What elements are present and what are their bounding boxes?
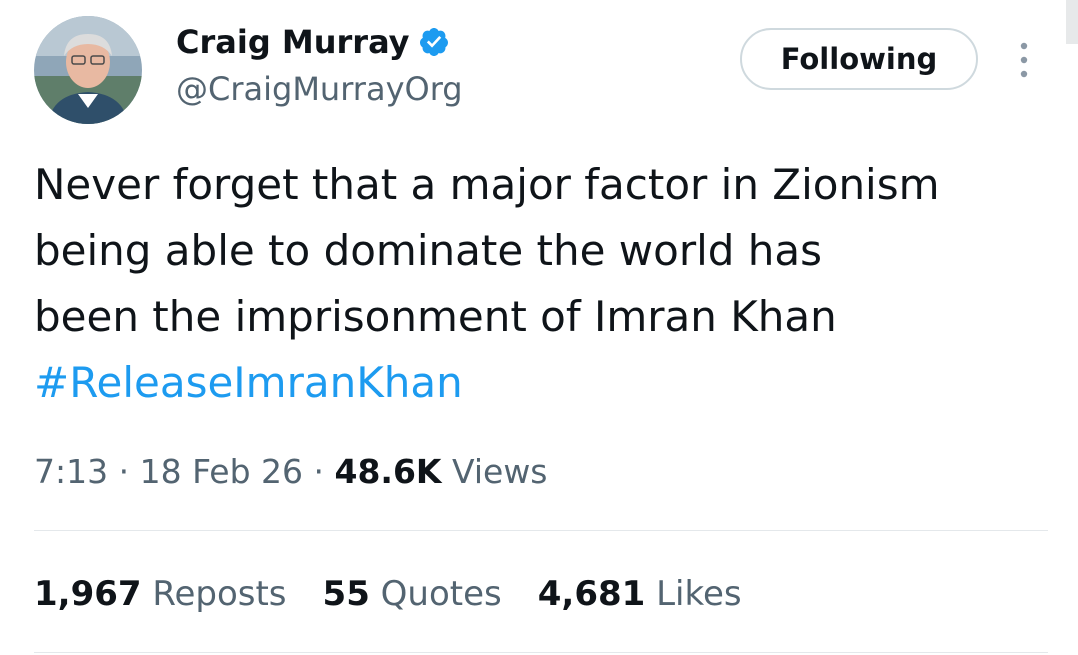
tweet-text-line: been the imprisonment of Imran Khan	[34, 292, 837, 341]
meta-separator: ·	[118, 452, 130, 491]
meta-separator: ·	[313, 452, 325, 491]
tweet-detail: Craig Murray @CraigMurrayOrg Following N…	[0, 0, 1078, 655]
likes-count: 4,681	[537, 574, 646, 614]
quotes-label: Quotes	[380, 574, 502, 614]
divider	[34, 530, 1048, 531]
tweet-text: Never forget that a major factor in Zion…	[34, 152, 1034, 416]
tweet-text-line: Never forget that a major factor in Zion…	[34, 160, 940, 209]
author-handle[interactable]: @CraigMurrayOrg	[176, 70, 463, 108]
views-label[interactable]: Views	[452, 452, 548, 491]
author-name-row: Craig Murray	[176, 20, 450, 64]
verified-badge-icon	[418, 26, 450, 58]
edge-scrollbar	[1066, 0, 1078, 44]
reposts-count: 1,967	[34, 574, 142, 614]
likes-label: Likes	[656, 574, 742, 614]
divider	[34, 652, 1048, 653]
quotes-count: 55	[322, 574, 370, 614]
reposts-label: Reposts	[152, 574, 287, 614]
hashtag-link[interactable]: #ReleaseImranKhan	[34, 350, 1034, 416]
following-button[interactable]: Following	[740, 28, 978, 90]
avatar[interactable]	[34, 16, 142, 124]
avatar-image	[34, 16, 142, 124]
more-vertical-icon[interactable]	[1012, 40, 1036, 80]
tweet-time[interactable]: 7:13	[34, 452, 108, 491]
tweet-date[interactable]: 18 Feb 26	[140, 452, 303, 491]
views-count[interactable]: 48.6K	[335, 452, 442, 491]
likes-stat[interactable]: 4,681 Likes	[538, 574, 742, 614]
reposts-stat[interactable]: 1,967 Reposts	[34, 574, 287, 614]
tweet-text-line: being able to dominate the world has	[34, 226, 823, 275]
tweet-meta: 7:13 · 18 Feb 26 · 48.6K Views	[34, 452, 548, 491]
engagement-stats: 1,967 Reposts 55 Quotes 4,681 Likes	[34, 574, 778, 614]
quotes-stat[interactable]: 55 Quotes	[323, 574, 502, 614]
author-display-name[interactable]: Craig Murray	[176, 23, 410, 61]
